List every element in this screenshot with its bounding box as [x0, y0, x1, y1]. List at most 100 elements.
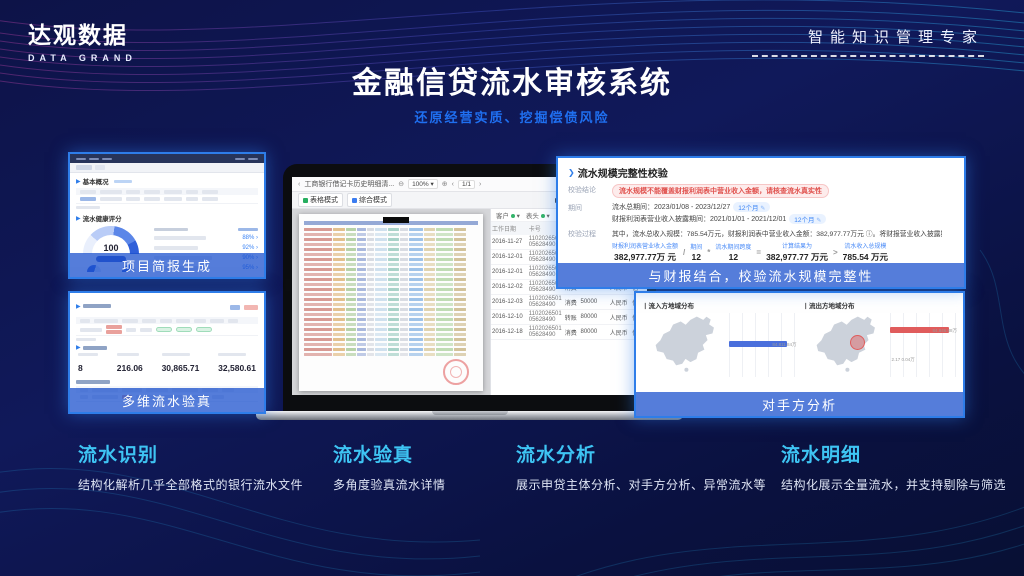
feature-desc: 结构化解析几乎全部格式的银行流水文件	[78, 476, 328, 493]
brand-logo: 达观数据 DATA GRAND	[28, 16, 137, 63]
formula-value: 382,977.77万 元	[612, 251, 678, 263]
briefing-caption: 项目简报生成	[70, 253, 264, 277]
counterparty-panel: 丨流入方地域分布 84,811.84万 丨流出方地域分布	[634, 291, 965, 418]
process-text: 其中，流水总收入规模：785.54万元，财报利润表中营业收入金额：382,977…	[612, 228, 942, 238]
filter-header-label: 表头	[526, 213, 539, 220]
page-title: 金融信贷流水审核系统	[0, 58, 1024, 102]
verify-table-header	[76, 317, 258, 324]
table-mode-label: 表格模式	[310, 195, 338, 205]
laptop-notch	[432, 411, 508, 415]
table-cell: 2016-12-01	[491, 265, 528, 280]
document-pane[interactable]	[292, 209, 490, 395]
brand-tagline-block: 智能知识管理专家	[752, 26, 984, 57]
zoom-level-value: 100%	[412, 181, 429, 188]
formula-value: 12	[715, 252, 751, 262]
score-section-title: 流水健康评分	[83, 213, 122, 223]
feature-title: 流水识别	[78, 440, 328, 467]
zoom-out-icon[interactable]: ⊖	[398, 180, 404, 188]
basic-table-row[interactable]	[76, 195, 258, 204]
period-line2-text: 财报利润表营业收入披露期间：2021/01/01 - 2021/12/01	[612, 214, 786, 224]
feature-title: 流水分析	[516, 440, 776, 467]
period-line1: 流水总期间：2023/01/08 - 2023/12/27 12个月 ✎	[612, 202, 826, 212]
back-icon[interactable]: ‹	[298, 181, 300, 188]
period-label: 期间	[568, 202, 612, 213]
status-dot-icon	[541, 214, 545, 218]
status-badge	[156, 327, 172, 332]
outflow-chart-title: 丨流出方地域分布	[803, 300, 958, 310]
formula-row: 财报利润表营业收入金额382,977.77万 元 / 期间12 * 流水期间跨度…	[612, 241, 942, 263]
table-row[interactable]	[76, 324, 258, 336]
edit-icon[interactable]: ✎	[760, 206, 765, 212]
operator: *	[707, 248, 710, 257]
table-row[interactable]: 2016-12-031102026501 05628490消费50000人民币借	[491, 295, 647, 310]
statement-rows	[304, 228, 478, 356]
column-header: 工作日期	[491, 222, 528, 235]
table-cell: 转账	[564, 310, 580, 325]
scale-check-title-text: 流水规模完整性校验	[578, 165, 668, 180]
table-row[interactable]: 2016-12-181102026501 05628490消费80000人民币借	[491, 325, 647, 340]
table-row[interactable]: 2016-12-101102026501 05628490转账80000人民币借	[491, 310, 647, 325]
verify-panel: ▶ ▶ 8 216.06 30,865.71 32,580.61	[68, 291, 266, 414]
prev-page-icon[interactable]: ‹	[452, 181, 454, 188]
filter-customer-label: 客户	[496, 213, 509, 220]
overview-mode-button[interactable]: 综合模式	[347, 193, 392, 207]
table-mode-icon	[303, 198, 308, 203]
feature-title: 流水验真	[333, 440, 508, 467]
briefing-tabs[interactable]	[70, 163, 264, 173]
bank-statement-page	[299, 214, 483, 391]
verify-stats: 8 216.06 30,865.71 32,580.61	[76, 351, 258, 376]
edit-icon[interactable]: ✎	[816, 218, 821, 224]
feature-desc: 多角度验真流水详情	[333, 476, 508, 493]
filter-header[interactable]: 表头 ▾	[526, 210, 550, 220]
table-cell: 2016-12-01	[491, 250, 528, 265]
zoom-in-icon[interactable]: ⊕	[442, 180, 448, 188]
list-item[interactable]: 92% ›	[154, 245, 258, 251]
formula-value: 785.54 万元	[843, 251, 888, 263]
operator: /	[683, 248, 685, 257]
formula-value: 382,977.77 万元	[766, 251, 828, 263]
table-cell: 人民币	[609, 325, 631, 340]
table-cell: 人民币	[609, 295, 631, 310]
scale-check-title: ❯流水规模完整性校验	[568, 165, 954, 180]
overview-mode-icon	[352, 198, 357, 203]
formula-label: 流水收入总规模	[843, 241, 888, 250]
stat-value: 32,580.61	[218, 363, 256, 373]
period-line2: 财报利润表营业收入披露期间：2021/01/01 - 2021/12/01 12…	[612, 214, 826, 224]
conclusion-pill: 流水规模不能覆盖财报利润表中营业收入金额，请核查流水真实性	[612, 184, 829, 198]
brand-name-cn: 达观数据	[28, 16, 137, 50]
score-section-header: ▶流水健康评分	[76, 213, 258, 223]
region-hotspot	[850, 335, 865, 350]
operator: >	[833, 248, 838, 257]
feature-recognition: 流水识别 结构化解析几乎全部格式的银行流水文件	[78, 440, 328, 493]
verify-section1-header: ▶	[76, 303, 111, 310]
formula-label: 计算结果为	[766, 241, 828, 250]
next-page-icon[interactable]: ›	[479, 181, 481, 188]
feature-verify: 流水验真 多角度验真流水详情	[333, 440, 508, 493]
filter-customer[interactable]: 客户 ▾	[496, 210, 520, 220]
list-item[interactable]: 88% ›	[154, 235, 258, 241]
basic-section-header: ▶基本概况	[76, 176, 258, 186]
table-cell: 1102026501 05628490	[528, 295, 564, 310]
formula-label: 流水期间跨度	[715, 242, 751, 251]
status-dot-icon	[511, 214, 515, 218]
tagline-underline	[752, 55, 984, 57]
table-cell: 2016-12-10	[491, 310, 528, 325]
table-cell: 1102026501 05628490	[528, 325, 564, 340]
period-tag1-text: 12个月	[738, 205, 758, 212]
table-cell: 2016-11-27	[491, 235, 528, 250]
table-cell: 2016-12-02	[491, 280, 528, 295]
period-line1-text: 流水总期间：2023/01/08 - 2023/12/27	[612, 202, 730, 212]
briefing-panel: ▶基本概况 ▶流水健康评分 100	[68, 152, 266, 279]
operator: =	[756, 248, 761, 257]
chevron-right-icon: 92% ›	[242, 245, 258, 251]
stat-value: 8	[78, 363, 83, 373]
basic-table-header	[76, 188, 258, 195]
process-label: 校验过程	[568, 228, 612, 239]
inflow-chart-block: 丨流入方地域分布 84,811.84万	[642, 300, 797, 377]
table-mode-button[interactable]: 表格模式	[298, 193, 343, 207]
period-tag1[interactable]: 12个月 ✎	[733, 202, 770, 212]
period-tag2[interactable]: 12个月 ✎	[789, 214, 826, 224]
zoom-level-select[interactable]: 100% ▾	[408, 179, 438, 189]
health-score-value: 100	[83, 243, 139, 253]
scale-check-panel: ❯流水规模完整性校验 校验结论 流水规模不能覆盖财报利润表中营业收入金额，请核查…	[556, 156, 966, 289]
